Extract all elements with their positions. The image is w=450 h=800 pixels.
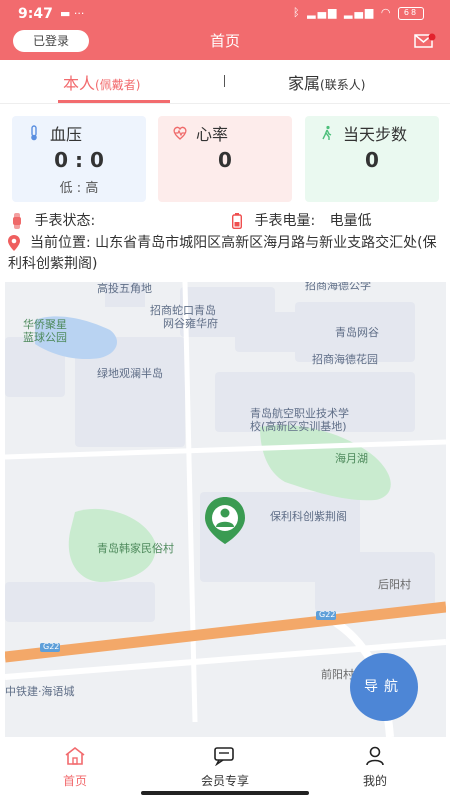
navigate-button[interactable]: 导航 <box>350 653 418 721</box>
page-title: 首页 <box>209 32 240 50</box>
steps-card[interactable]: 当天步数 0 <box>305 116 439 202</box>
heart-rate-icon <box>173 126 187 140</box>
blood-pressure-label: 血压 <box>50 125 83 144</box>
signal-icon: ▂▄▆ <box>307 6 339 19</box>
poi-label: 海月湖 <box>335 452 368 465</box>
poi-label: 华侨聚星 <box>23 318 67 331</box>
tab-wearer-sub: (佩戴者) <box>95 78 141 92</box>
highway-label: G22 <box>43 642 60 651</box>
folder-icon: ▬ <box>60 7 71 20</box>
tab-divider <box>224 75 225 87</box>
tab-family-sub: (联系人) <box>320 78 366 92</box>
steps-value: 0 <box>365 148 379 172</box>
active-tab-indicator <box>58 100 170 103</box>
poi-label: 中铁建·海语城 <box>5 685 75 698</box>
status-bar: 9:47 ▬ ··· ᛒ ▂▄▆ ▂▄▆ ◠ 68 <box>0 0 450 28</box>
poi-label: 招商蛇口青岛 <box>150 304 216 317</box>
poi-label: 高投五角地 <box>97 282 152 295</box>
poi-label: 青岛韩家民俗村 <box>97 542 174 555</box>
nav-home-label: 首页 <box>62 774 87 788</box>
nav-home[interactable]: 首页 <box>30 746 120 789</box>
road-label: 后阳村 <box>378 578 411 591</box>
watch-battery-label: 手表电量: <box>254 213 316 229</box>
steps-label: 当天步数 <box>343 125 408 144</box>
tab-family[interactable]: 家属(联系人) <box>288 70 365 94</box>
more-icon: ··· <box>73 7 85 20</box>
status-time: 9:47 <box>18 6 53 22</box>
watch-battery-value: 电量低 <box>329 213 372 229</box>
watch-icon <box>13 213 21 229</box>
tab-wearer[interactable]: 本人(佩戴者) <box>63 70 140 94</box>
bluetooth-icon: ᛒ <box>293 6 302 19</box>
poi-label: 绿地观澜半岛 <box>97 367 163 380</box>
blood-pressure-card[interactable]: 血压 0 : 0 低 : 高 <box>12 116 146 202</box>
tab-family-label: 家属 <box>288 74 321 93</box>
person-tabs: 本人(佩戴者) 家属(联系人) <box>0 60 450 104</box>
poi-label: 网谷雍华府 <box>163 317 218 330</box>
battery-icon: 68 <box>398 6 424 20</box>
wifi-icon: ◠ <box>380 6 393 19</box>
thermometer-icon <box>31 125 37 141</box>
road-label: 前阳村 <box>321 668 354 681</box>
system-home-indicator[interactable] <box>141 791 309 795</box>
nav-member[interactable]: 会员专享 <box>180 746 270 789</box>
poi-label: 青岛网谷 <box>335 326 379 339</box>
tab-wearer-label: 本人 <box>63 74 96 93</box>
home-screen: 9:47 ▬ ··· ᛒ ▂▄▆ ▂▄▆ ◠ 68 已登录 首页 本人(佩戴者)… <box>0 0 450 800</box>
status-left-icons: ▬ ··· <box>60 7 84 20</box>
location-pin-icon <box>8 235 20 251</box>
nav-mine-label: 我的 <box>362 774 387 788</box>
heart-rate-card[interactable]: 心率 0 <box>158 116 292 202</box>
heart-rate-label: 心率 <box>196 125 229 144</box>
status-right-icons: ᛒ ▂▄▆ ▂▄▆ ◠ 68 <box>293 6 424 20</box>
poi-label: 保利科创紫荆阁 <box>270 510 347 523</box>
person-icon <box>366 746 384 766</box>
poi-label: 校(高新区实训基地) <box>250 420 347 433</box>
poi-label: 招商海德公学 <box>305 282 371 292</box>
top-bar: 9:47 ▬ ··· ᛒ ▂▄▆ ▂▄▆ ◠ 68 已登录 首页 <box>0 0 450 60</box>
signal-icon: ▂▄▆ <box>344 6 376 19</box>
watch-battery-row: 手表电量: 电量低 <box>232 210 372 230</box>
location-label: 当前位置: <box>30 235 91 251</box>
home-icon <box>65 746 85 765</box>
nav-member-label: 会员专享 <box>200 774 249 788</box>
blood-pressure-value: 0 : 0 <box>54 148 104 172</box>
location-row: 当前位置: 山东省青岛市城阳区高新区海月路与新业支路交汇处(保利科创紫荆阁) <box>8 233 446 275</box>
message-icon[interactable] <box>414 33 436 49</box>
nav-mine[interactable]: 我的 <box>330 746 420 789</box>
poi-label: 蓝球公园 <box>23 331 67 344</box>
watch-status-label: 手表状态: <box>34 213 96 229</box>
battery-level-icon <box>232 213 242 229</box>
watch-status-row: 手表状态: <box>12 210 95 230</box>
blood-pressure-sub: 低 : 高 <box>59 181 99 196</box>
chat-icon <box>214 747 234 767</box>
poi-label: 青岛航空职业技术学 <box>250 407 349 420</box>
walking-icon <box>322 125 332 140</box>
highway-label: G22 <box>319 610 336 619</box>
poi-label: 招商海德花园 <box>312 353 378 366</box>
heart-rate-value: 0 <box>218 148 232 172</box>
